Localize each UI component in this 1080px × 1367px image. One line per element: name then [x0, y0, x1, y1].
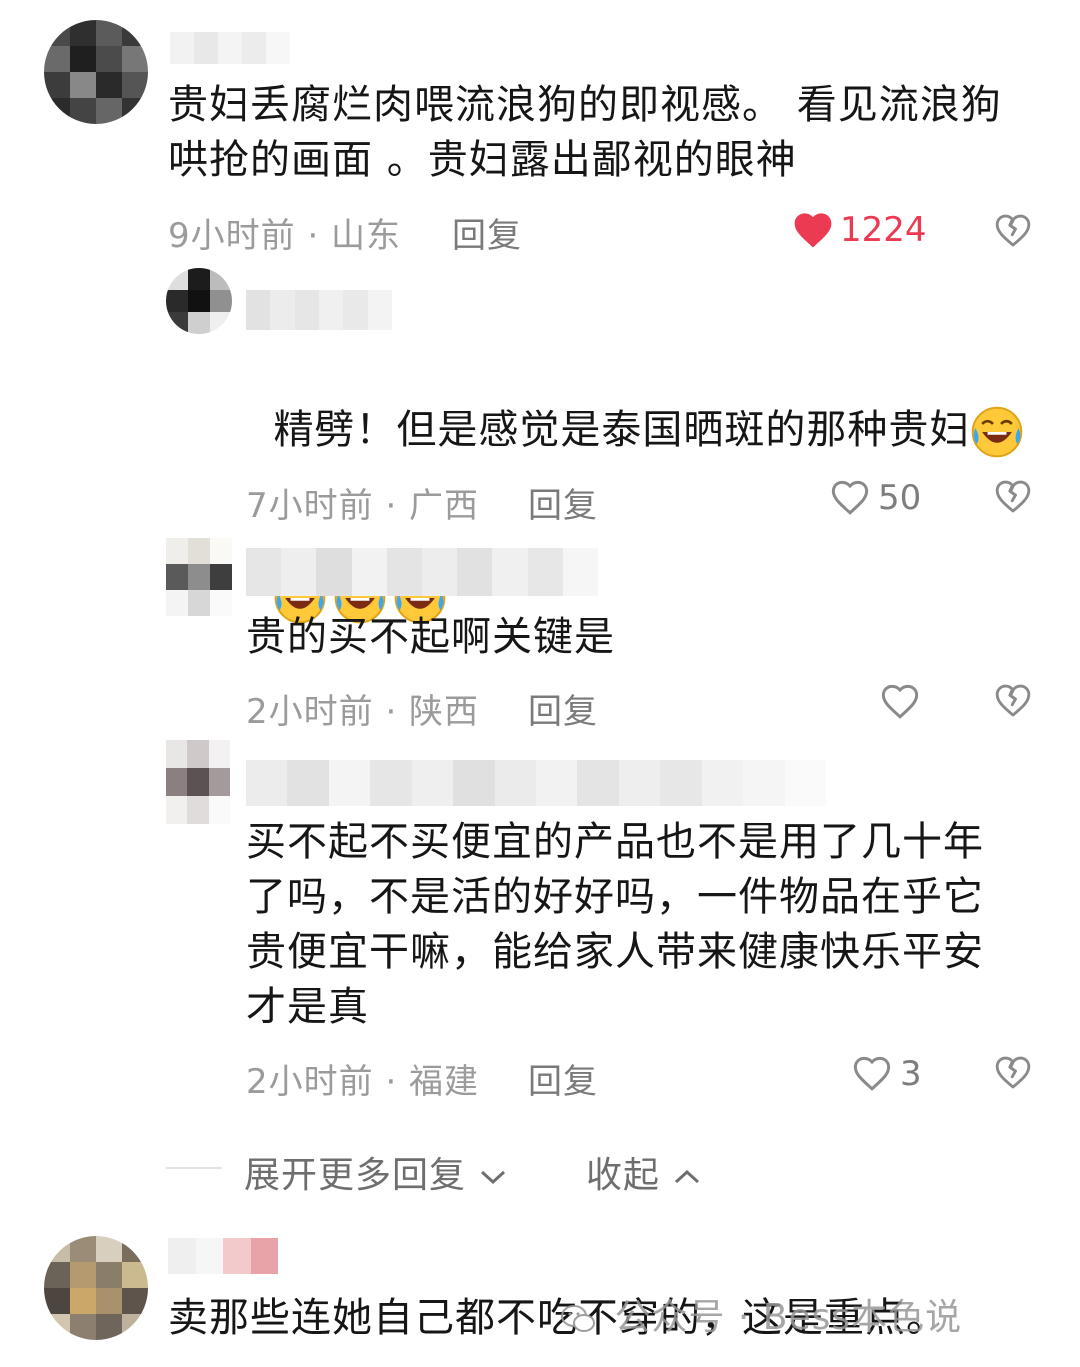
chevron-up-icon [675, 1169, 700, 1184]
watermark-text: 公众号 · Bess本色说 [614, 1297, 963, 1338]
heart-outline-icon[interactable] [880, 682, 920, 720]
avatar[interactable] [44, 1236, 148, 1340]
laughing-tears-emoji [972, 406, 1023, 458]
avatar[interactable] [166, 538, 232, 616]
like-count: 1224 [840, 210, 927, 250]
username-blurred[interactable] [168, 1238, 278, 1274]
expand-divider [166, 1167, 222, 1169]
heart-filled-icon[interactable] [792, 210, 834, 250]
username-blurred[interactable] [246, 548, 598, 596]
comment-meta: 7小时前 · 广西 [246, 486, 480, 526]
like-count: 3 [900, 1054, 922, 1094]
watermark: 公众号 · Bess本色说 [560, 1288, 962, 1340]
broken-heart-icon[interactable] [994, 212, 1032, 248]
broken-heart-icon[interactable] [994, 1054, 1032, 1090]
expand-label: 展开更多回复 [244, 1155, 467, 1196]
avatar[interactable] [166, 268, 232, 334]
heart-outline-icon[interactable] [852, 1054, 892, 1092]
comment-meta: 2小时前 · 陕西 [246, 692, 480, 732]
wechat-logo-icon [561, 1305, 595, 1332]
username-blurred[interactable] [170, 32, 290, 64]
comment-text: 贵妇丢腐烂肉喂流浪狗的即视感。 看见流浪狗 哄抢的画面 。贵妇露出鄙视的眼神 [168, 82, 1002, 183]
expand-more-replies-button[interactable]: 展开更多回复 [244, 1146, 508, 1198]
comment-meta: 2小时前 · 福建 [246, 1062, 480, 1102]
avatar[interactable] [44, 20, 148, 124]
like-count: 50 [878, 478, 922, 518]
chevron-down-icon [481, 1170, 506, 1185]
reply-button[interactable]: 回复 [528, 1054, 598, 1103]
collapse-label: 收起 [586, 1155, 661, 1196]
broken-heart-icon[interactable] [994, 478, 1032, 514]
comment-text: 贵的买不起啊关键是 [246, 614, 615, 660]
reply-button[interactable]: 回复 [528, 478, 598, 527]
reply-button[interactable]: 回复 [528, 684, 598, 733]
broken-heart-icon[interactable] [994, 682, 1032, 718]
comment-meta: 9小时前 · 山东 [168, 216, 402, 256]
reply-button[interactable]: 回复 [452, 208, 522, 257]
avatar[interactable] [166, 740, 230, 824]
heart-outline-icon[interactable] [830, 478, 870, 516]
comment-body: 精劈！但是感觉是泰国晒斑的那种贵妇 [273, 407, 971, 453]
username-blurred[interactable] [246, 290, 392, 330]
comment-text: 买不起不买便宜的产品也不是用了几十年 了吗，不是活的好好吗，一件物品在乎它 贵便… [246, 819, 984, 1030]
username-blurred[interactable] [246, 760, 826, 806]
collapse-button[interactable]: 收起 [586, 1146, 702, 1198]
